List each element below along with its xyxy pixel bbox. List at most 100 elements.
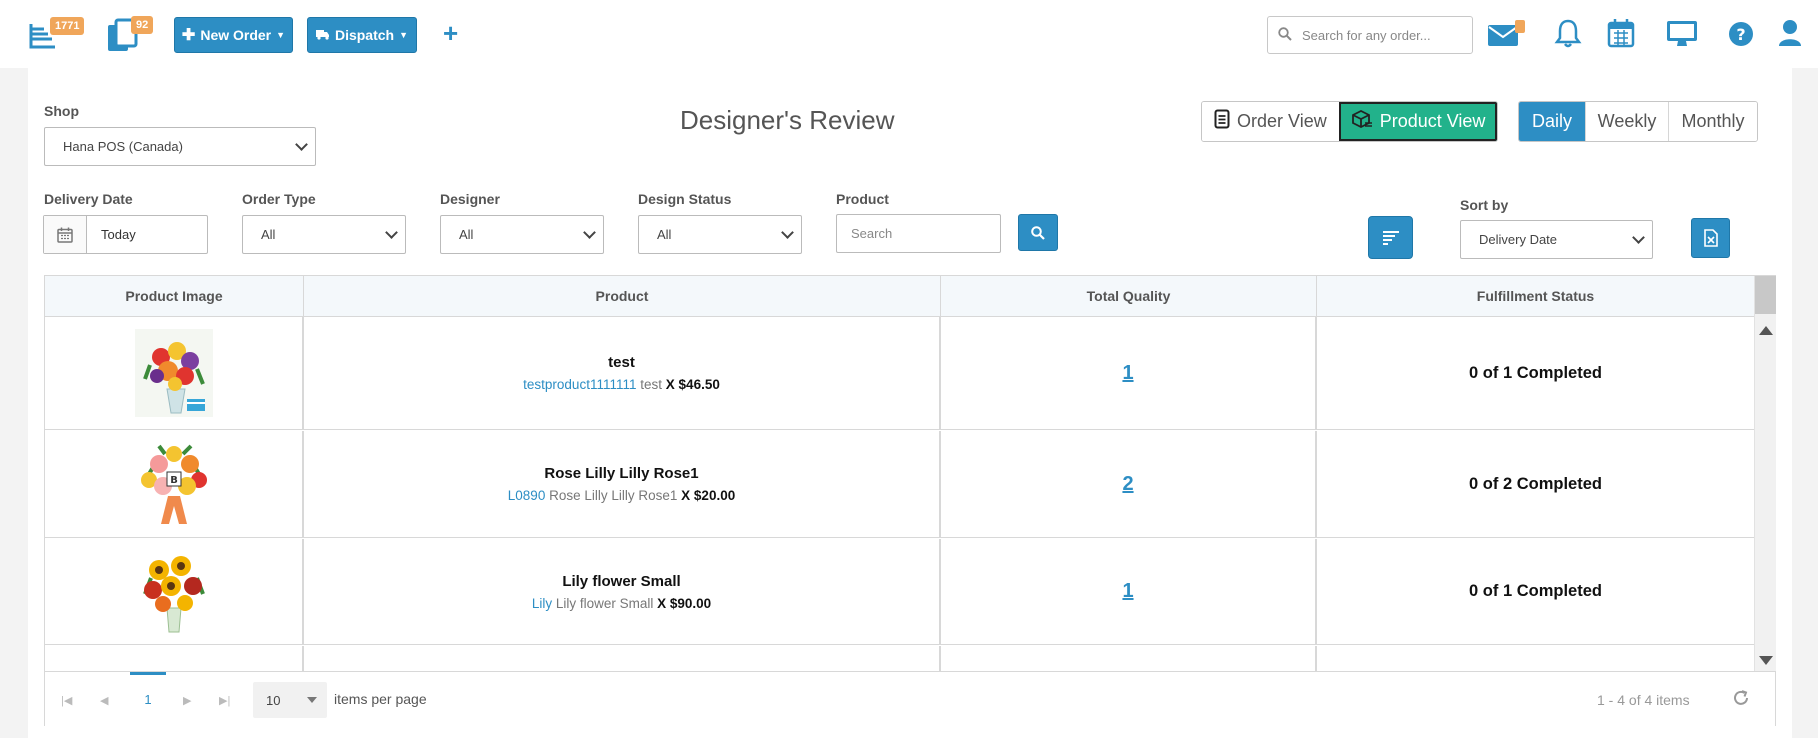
header-total-quality[interactable]: Total Quality <box>941 276 1317 316</box>
product-cell: test testproduct1111111 test X $46.50 <box>304 317 941 429</box>
page-size-select[interactable]: 10 <box>253 682 327 718</box>
help-icon[interactable]: ? <box>1728 21 1754 50</box>
status-cell: 0 of 2 Completed <box>1317 431 1754 537</box>
header-product-image[interactable]: Product Image <box>45 276 304 316</box>
product-detail: testproduct1111111 test X $46.50 <box>523 377 720 392</box>
product-thumbnail[interactable] <box>134 547 213 636</box>
product-image-cell <box>45 317 304 429</box>
caret-down-icon: ▼ <box>399 30 409 40</box>
truck-icon <box>315 27 330 43</box>
header-fulfillment-status[interactable]: Fulfillment Status <box>1317 276 1754 316</box>
page-title: Designer's Review <box>680 105 895 135</box>
export-excel-button[interactable] <box>1691 218 1730 258</box>
product-description: Rose Lilly Lilly Rose1 <box>549 488 678 503</box>
monthly-button[interactable]: Monthly <box>1668 102 1757 141</box>
last-page-icon[interactable]: ▶| <box>219 694 230 707</box>
document-icon <box>1214 109 1230 134</box>
search-icon <box>1031 225 1045 240</box>
caret-down-icon: ▼ <box>276 30 286 40</box>
daily-button[interactable]: Daily <box>1519 102 1585 141</box>
product-code-link[interactable]: testproduct1111111 <box>523 377 636 392</box>
svg-text:B: B <box>170 475 178 486</box>
excel-file-icon <box>1703 229 1718 247</box>
sort-order-button[interactable] <box>1368 216 1413 259</box>
tasks-count-badge: 92 <box>131 16 154 34</box>
scroll-down-arrow-icon[interactable] <box>1759 656 1773 665</box>
product-search-input[interactable] <box>836 214 1001 253</box>
status-cell: 0 of 1 Completed <box>1317 317 1754 429</box>
product-thumbnail[interactable] <box>134 329 213 417</box>
order-type-select[interactable]: All <box>242 215 406 254</box>
table-row[interactable]: Lily flower Small Lily Lily flower Small… <box>45 539 1754 645</box>
product-view-button[interactable]: Product View <box>1338 102 1498 141</box>
product-thumbnail[interactable]: B <box>134 440 213 528</box>
fulfillment-status: 0 of 2 Completed <box>1469 474 1602 493</box>
sort-lines-icon <box>1382 230 1399 245</box>
table-row[interactable]: B Rose Lilly Lilly Rose1 L0890 Rose Lill… <box>45 431 1754 538</box>
quantity-link[interactable]: 1 <box>1122 580 1133 603</box>
quantity-cell <box>941 646 1317 671</box>
search-icon <box>1278 26 1292 44</box>
delivery-date-picker[interactable]: Today <box>43 215 208 254</box>
period-toggle: Daily Weekly Monthly <box>1518 101 1758 142</box>
plus-icon: ✚ <box>181 27 196 44</box>
product-code-link[interactable]: L0890 <box>508 488 546 503</box>
delivery-date-value: Today <box>101 227 136 242</box>
user-profile-icon[interactable] <box>1778 19 1802 50</box>
calendar-icon[interactable] <box>44 216 87 253</box>
orders-count-badge: 1771 <box>50 17 85 35</box>
refresh-icon[interactable] <box>1731 688 1751 711</box>
quantity-cell: 2 <box>941 431 1317 537</box>
product-search-button[interactable] <box>1018 214 1058 251</box>
table-scrollbar[interactable] <box>1754 276 1776 671</box>
design-status-select[interactable]: All <box>638 215 802 254</box>
notification-bell-icon[interactable] <box>1554 18 1582 51</box>
product-description: Lily flower Small <box>555 595 654 611</box>
product-name: Lily flower Small <box>562 572 681 590</box>
dispatch-button[interactable]: Dispatch ▼ <box>307 17 417 53</box>
quantity-link[interactable]: 1 <box>1122 362 1133 385</box>
product-detail: L0890 Rose Lilly Lilly Rose1 X $20.00 <box>508 488 735 503</box>
quantity-cell: 1 <box>941 539 1317 644</box>
page-size-value: 10 <box>266 692 281 708</box>
product-image-cell <box>45 539 304 644</box>
product-view-label: Product View <box>1379 111 1486 131</box>
quantity-link[interactable]: 2 <box>1122 473 1133 496</box>
shop-label: Shop <box>44 103 79 119</box>
product-name: Rose Lilly Lilly Rose1 <box>544 465 699 482</box>
chevron-down-icon <box>781 226 794 239</box>
order-view-button[interactable]: Order View <box>1202 102 1339 141</box>
table-row[interactable]: test testproduct1111111 test X $46.50 1 … <box>45 317 1754 430</box>
delivery-date-label: Delivery Date <box>44 191 133 207</box>
product-table: Product Image Product Total Quality Fulf… <box>44 275 1776 726</box>
prev-page-icon[interactable]: ◀ <box>100 694 108 707</box>
order-type-value: All <box>261 227 276 242</box>
scrollbar-thumb[interactable] <box>1755 276 1776 314</box>
items-per-page-label: items per page <box>334 691 427 707</box>
calendar-icon[interactable] <box>1607 18 1635 51</box>
monitor-icon[interactable] <box>1666 20 1698 51</box>
next-page-icon[interactable]: ▶ <box>183 694 191 707</box>
dropdown-arrow-icon <box>307 697 317 703</box>
mail-icon[interactable] <box>1487 19 1527 50</box>
new-order-button[interactable]: ✚ New Order ▼ <box>174 17 293 53</box>
chevron-down-icon <box>583 226 596 239</box>
sort-by-select[interactable]: Delivery Date <box>1460 220 1653 259</box>
product-label: Product <box>836 191 889 207</box>
order-search-input[interactable] <box>1302 27 1452 43</box>
order-search-box[interactable] <box>1267 16 1473 54</box>
current-page-button[interactable]: 1 <box>130 672 166 724</box>
first-page-icon[interactable]: |◀ <box>61 694 72 707</box>
product-detail: Lily Lily flower Small X $90.00 <box>532 596 711 611</box>
product-description: test <box>640 377 663 392</box>
product-code-link[interactable]: Lily <box>532 596 552 611</box>
scroll-up-arrow-icon[interactable] <box>1759 326 1773 335</box>
shop-select[interactable]: Hana POS (Canada) <box>44 127 316 166</box>
designer-select[interactable]: All <box>440 215 604 254</box>
svg-text:?: ? <box>1736 25 1745 44</box>
product-cell: Rose Lilly Lilly Rose1 L0890 Rose Lilly … <box>304 431 941 537</box>
designer-label: Designer <box>440 191 500 207</box>
weekly-button[interactable]: Weekly <box>1585 102 1668 141</box>
header-product[interactable]: Product <box>304 276 941 316</box>
add-shortcut-icon[interactable]: + <box>443 18 458 48</box>
